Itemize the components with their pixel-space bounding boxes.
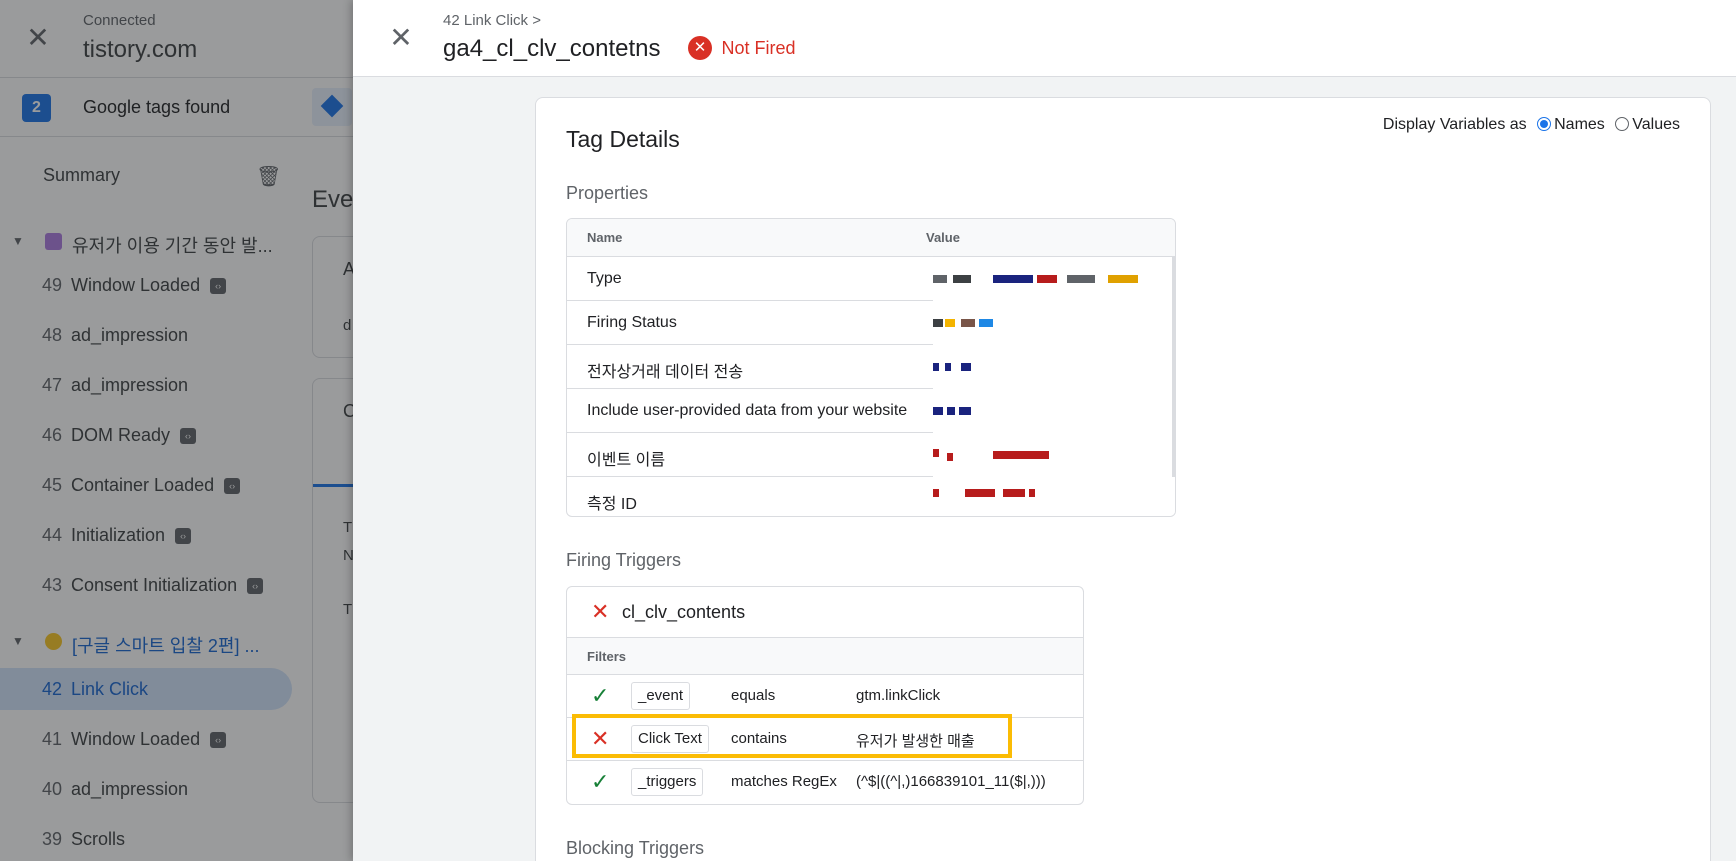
table-row: Include user-provided data from your web… [567, 389, 933, 433]
redaction-block [979, 319, 993, 327]
property-name: 이벤트 이름 [587, 452, 666, 469]
filter-row: ✓ _triggers matches RegEx (^$|((^|,)1668… [567, 761, 1083, 804]
filter-value: (^$|((^|,)166839101_11($|,))) [856, 773, 1046, 790]
property-name: Include user-provided data from your web… [587, 402, 908, 419]
tag-details-card: Tag Details Display Variables as Names V… [535, 97, 1711, 861]
display-variables-toggle: Display Variables as Names Values [1383, 116, 1680, 134]
redaction-block [933, 489, 939, 497]
filter-variable[interactable]: _triggers [631, 768, 704, 796]
tag-title: ga4_cl_clv_contetns [443, 35, 661, 62]
scrollbar[interactable] [1172, 257, 1175, 477]
blocking-triggers-title: Blocking Triggers [566, 838, 705, 858]
filter-row-failed: ✕ Click Text contains 유저가 발생한 매출 [567, 714, 1083, 761]
redaction-block [1003, 489, 1025, 497]
firing-status: ✕ Not Fired [688, 36, 795, 62]
filter-variable[interactable]: Click Text [631, 725, 709, 753]
property-name: 전자상거래 데이터 전송 [587, 364, 744, 381]
panel-header: ✕ 42 Link Click > ga4_cl_clv_contetns ✕ … [353, 0, 1736, 77]
table-row: 측정 ID [567, 477, 933, 516]
redaction-block [933, 407, 943, 415]
redaction-block [993, 275, 1033, 283]
status-text: Not Fired [721, 37, 796, 58]
filters-header: Filters [567, 638, 1083, 675]
table-row: 전자상거래 데이터 전송 [567, 345, 933, 389]
redacted-values [933, 257, 1175, 516]
names-radio[interactable] [1537, 116, 1552, 131]
properties-table: Name Value Type Firing Status 전자상거래 데이터 … [566, 218, 1176, 517]
trigger-header[interactable]: ✕ cl_clv_contents [567, 587, 1083, 638]
values-radio[interactable] [1615, 116, 1630, 131]
display-vars-label: Display Variables as [1382, 116, 1527, 133]
filters-label: Filters [587, 649, 627, 664]
filter-operator: matches RegEx [731, 773, 837, 790]
tag-detail-panel: ✕ 42 Link Click > ga4_cl_clv_contetns ✕ … [353, 0, 1736, 861]
redaction-block [933, 363, 939, 371]
table-row: Firing Status [567, 301, 933, 345]
property-name: 측정 ID [587, 496, 637, 513]
table-row: 이벤트 이름 [567, 433, 933, 477]
property-name: Firing Status [587, 314, 677, 331]
redaction-block [933, 449, 939, 457]
redaction-block [993, 451, 1049, 459]
redaction-block [945, 363, 951, 371]
trigger-name: cl_clv_contents [622, 602, 746, 622]
redaction-block [945, 319, 955, 327]
redaction-block [947, 407, 955, 415]
firing-triggers-title: Firing Triggers [566, 550, 682, 570]
filter-value: gtm.linkClick [856, 687, 941, 704]
properties-title: Properties [566, 183, 649, 203]
redaction-block [933, 275, 947, 283]
redaction-block [1029, 489, 1035, 497]
redaction-block [1067, 275, 1095, 283]
redaction-block [953, 275, 971, 283]
column-header-name: Name [587, 230, 623, 245]
firing-trigger-card: ✕ cl_clv_contents Filters ✓ _event equal… [566, 586, 1084, 805]
filter-row: ✓ _event equals gtm.linkClick [567, 675, 1083, 718]
table-row: Type [567, 257, 933, 301]
cross-icon: ✕ [591, 726, 610, 751]
error-circle-icon: ✕ [688, 36, 712, 60]
redaction-block [947, 453, 953, 461]
close-icon[interactable]: ✕ [383, 20, 419, 56]
cross-icon: ✕ [591, 599, 610, 624]
check-icon: ✓ [591, 769, 610, 794]
filter-variable[interactable]: _event [631, 682, 691, 710]
redaction-block [959, 407, 971, 415]
filter-operator: contains [731, 730, 787, 747]
filter-operator: equals [731, 687, 776, 704]
redaction-block [965, 489, 995, 497]
check-icon: ✓ [591, 683, 610, 708]
redaction-block [933, 319, 943, 327]
redaction-block [1037, 275, 1057, 283]
names-label[interactable]: Names [1554, 116, 1605, 133]
redaction-block [961, 319, 975, 327]
column-header-value: Value [926, 230, 960, 245]
redaction-block [961, 363, 971, 371]
values-label[interactable]: Values [1632, 116, 1680, 133]
card-title: Tag Details [566, 126, 680, 152]
property-name: Type [587, 270, 622, 287]
breadcrumb[interactable]: 42 Link Click > [443, 12, 541, 29]
properties-header: Name Value [567, 219, 1175, 257]
filter-value: 유저가 발생한 매출 [856, 733, 975, 750]
redaction-block [1108, 275, 1138, 283]
